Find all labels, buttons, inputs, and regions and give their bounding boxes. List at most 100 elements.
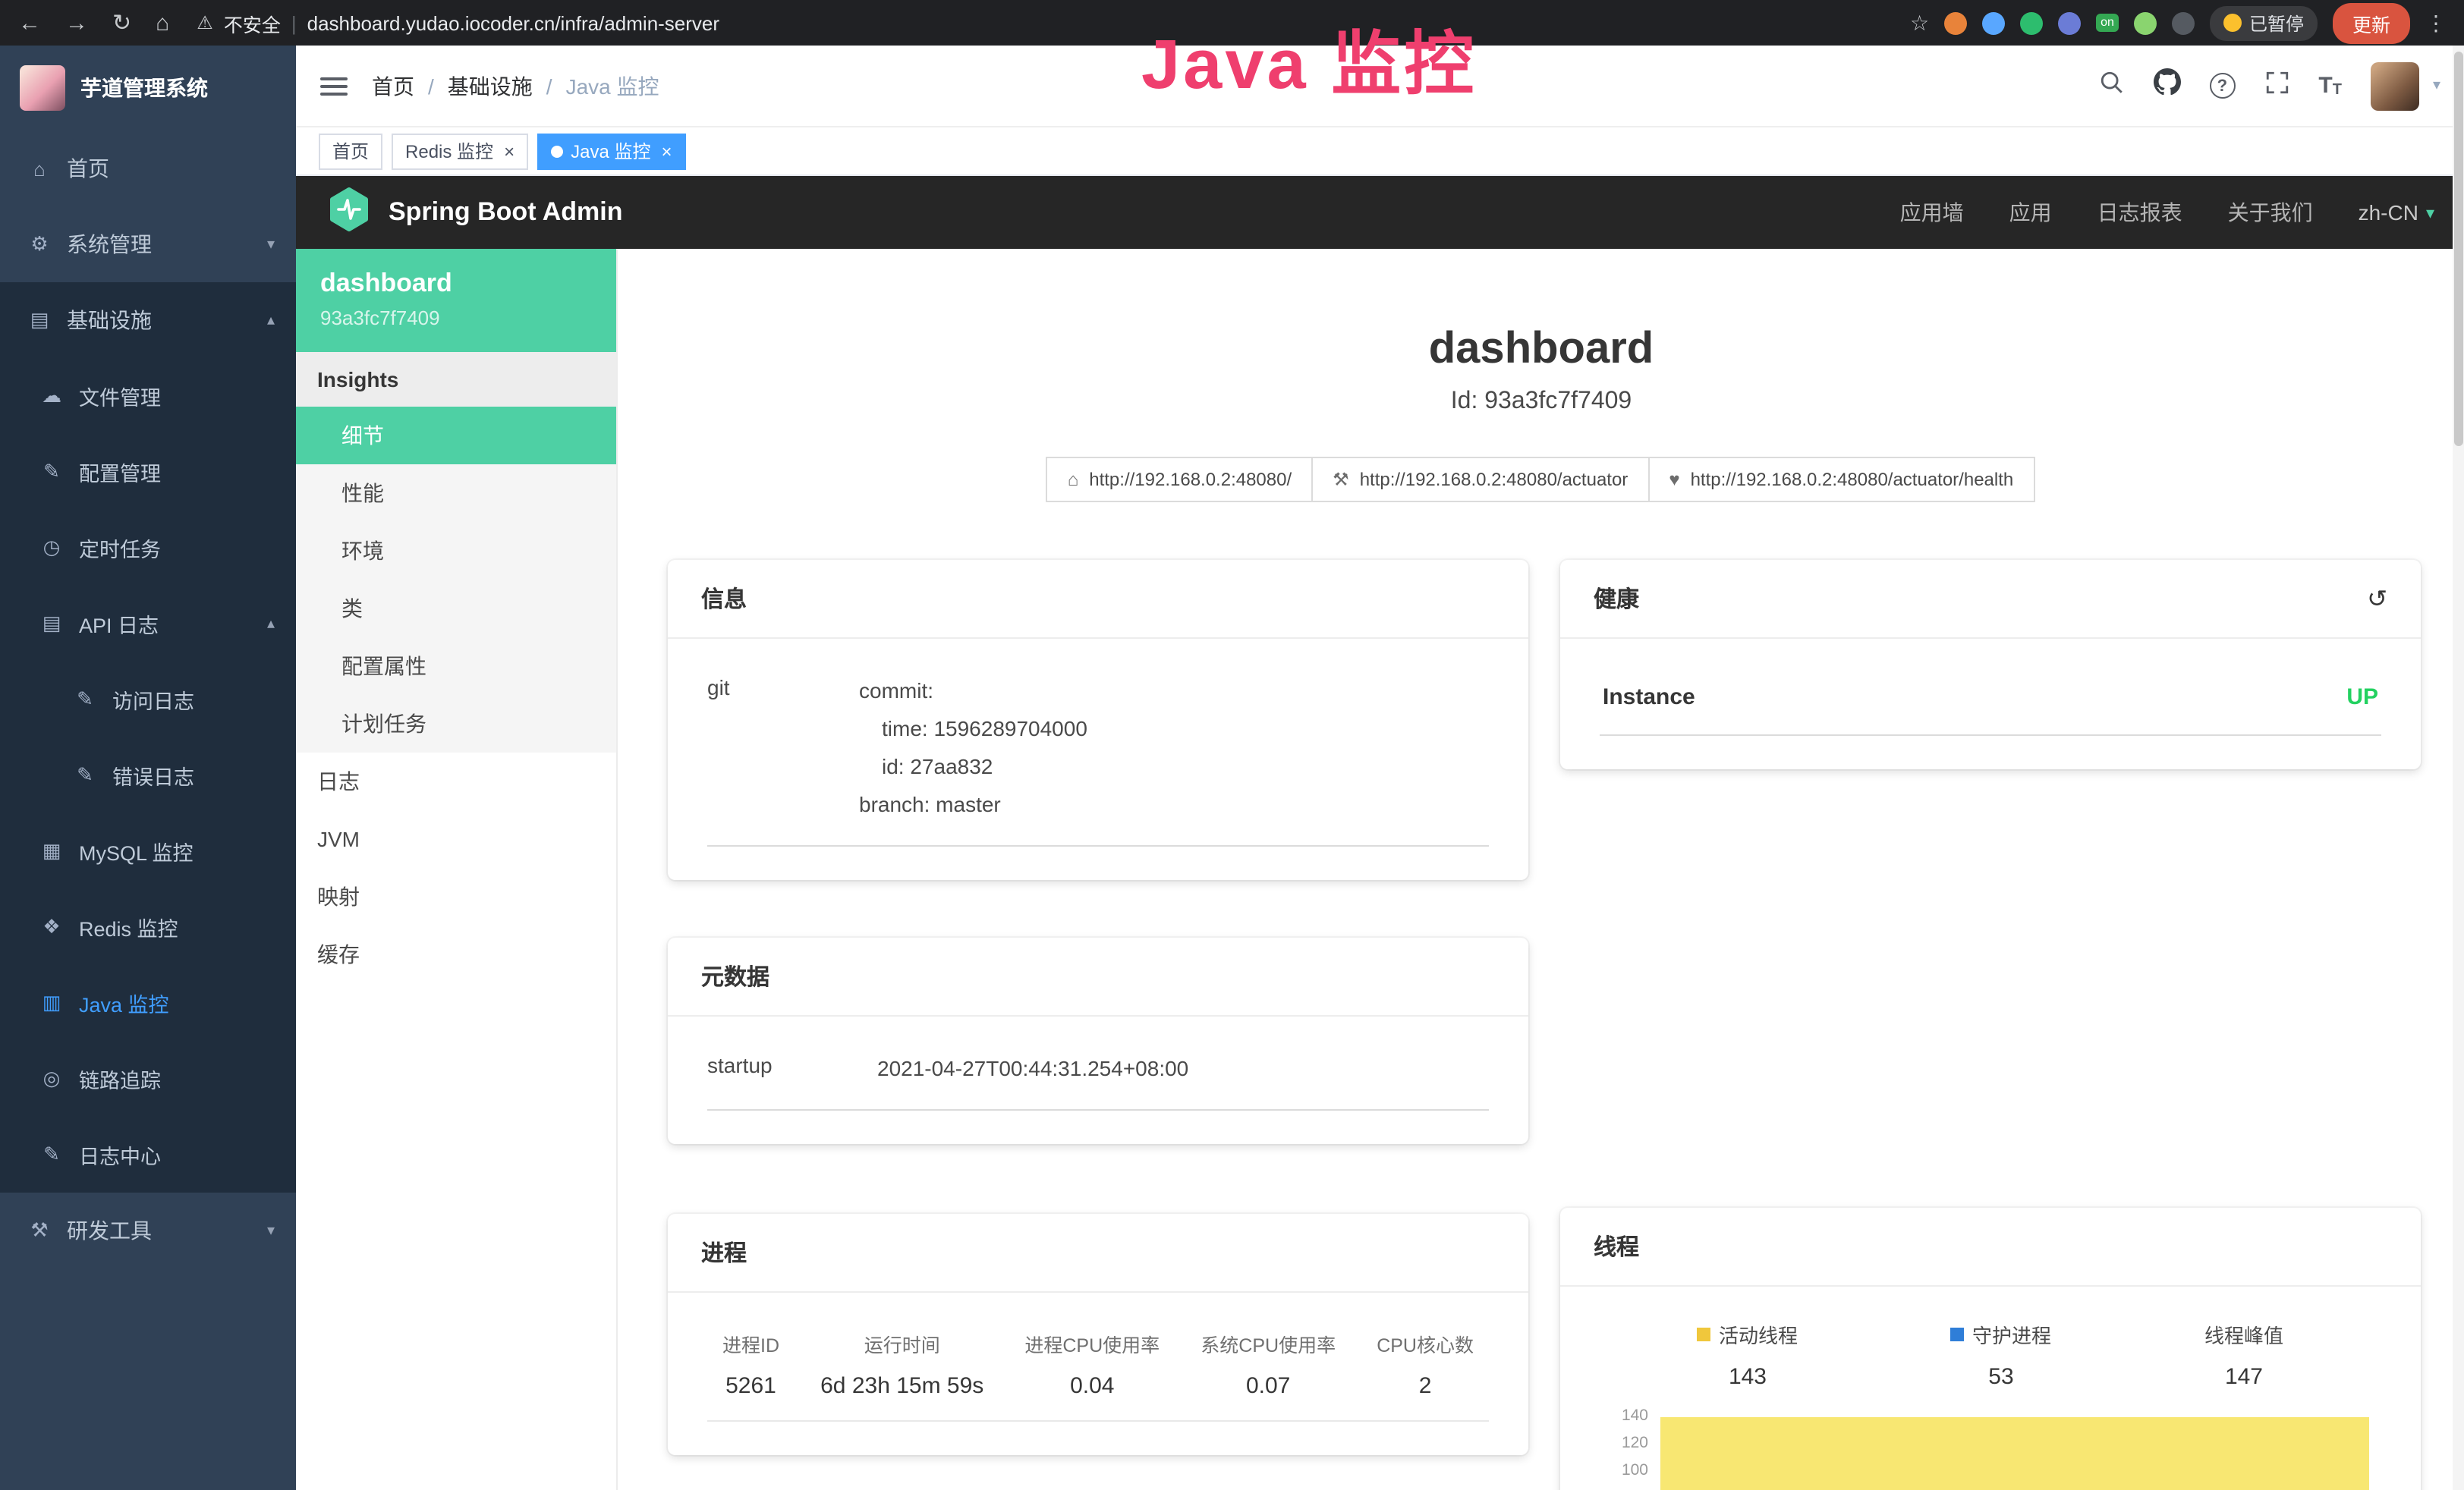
sidebar-item-infra[interactable]: ▤ 基础设施 ▴ xyxy=(0,282,296,358)
reload-icon[interactable]: ↻ xyxy=(112,9,131,36)
sba-menu-caches[interactable]: 缓存 xyxy=(296,926,616,983)
search-icon[interactable] xyxy=(2098,69,2124,102)
database-icon: ▦ xyxy=(39,839,64,863)
sba-menu-classes[interactable]: 类 xyxy=(296,580,616,637)
history-icon[interactable]: ↺ xyxy=(2367,583,2387,614)
back-icon[interactable]: ← xyxy=(18,10,41,36)
instance-id: 93a3fc7f7409 xyxy=(320,306,592,329)
sidebar-item-home[interactable]: ⌂ 首页 xyxy=(0,130,296,206)
address-bar[interactable]: ⚠ 不安全 | dashboard.yudao.iocoder.cn/infra… xyxy=(197,8,719,37)
process-stat: 运行时间 6d 23h 15m 59s xyxy=(820,1329,983,1399)
sba-menu-mappings[interactable]: 映射 xyxy=(296,868,616,926)
sidebar-item-api-log[interactable]: ▤ API 日志 ▴ xyxy=(0,586,296,662)
sba-nav-about[interactable]: 关于我们 xyxy=(2228,197,2313,228)
link-label: http://192.168.0.2:48080/actuator xyxy=(1360,469,1629,490)
instance-header[interactable]: dashboard 93a3fc7f7409 xyxy=(296,249,616,352)
browser-nav: ← → ↻ ⌂ xyxy=(18,9,169,36)
sidebar-item-tracing[interactable]: ◎ 链路追踪 xyxy=(0,1041,296,1117)
sidebar-item-scheduled-jobs[interactable]: ◷ 定时任务 xyxy=(0,510,296,586)
metadata-key: startup xyxy=(707,1050,877,1088)
breadcrumb-item[interactable]: 基础设施 xyxy=(448,71,533,101)
legend-item: 守护进程 53 xyxy=(1951,1320,2051,1390)
process-card: 进程 进程ID 5261 运行时间 xyxy=(668,1214,1528,1455)
app-logo: 芋道管理系统 xyxy=(0,46,296,130)
extension-icon[interactable] xyxy=(2172,11,2195,34)
sidebar-item-log-center[interactable]: ✎ 日志中心 xyxy=(0,1117,296,1193)
breadcrumb-item[interactable]: 首页 xyxy=(372,71,414,101)
tag-home[interactable]: 首页 xyxy=(319,133,382,169)
update-button[interactable]: 更新 xyxy=(2333,2,2410,43)
fullscreen-icon[interactable] xyxy=(2264,69,2289,102)
sba-nav-wallboard[interactable]: 应用墙 xyxy=(1900,197,1964,228)
sba-menu-jvm[interactable]: JVM xyxy=(296,810,616,868)
home-icon[interactable]: ⌂ xyxy=(156,10,169,36)
info-key: git xyxy=(707,672,859,824)
stat-value: 0.04 xyxy=(1024,1373,1160,1399)
clock-icon: ◷ xyxy=(39,536,64,560)
github-icon[interactable] xyxy=(2153,68,2180,103)
extension-icon[interactable] xyxy=(2058,11,2081,34)
bookmark-star-icon[interactable]: ☆ xyxy=(1910,10,1929,36)
sba-menu-logs[interactable]: 日志 xyxy=(296,753,616,810)
kebab-menu-icon[interactable]: ⋮ xyxy=(2425,10,2447,36)
sba-menu-metrics[interactable]: 性能 xyxy=(296,464,616,522)
actuator-url-link[interactable]: ⚒ http://192.168.0.2:48080/actuator xyxy=(1311,457,1649,502)
health-instance-row[interactable]: Instance UP xyxy=(1600,672,2381,736)
paused-badge[interactable]: 已暂停 xyxy=(2210,5,2318,40)
sidebar-item-system[interactable]: ⚙ 系统管理 ▾ xyxy=(0,206,296,282)
sba-nav-journal[interactable]: 日志报表 xyxy=(2097,197,2182,228)
screenshot-root: ← → ↻ ⌂ ⚠ 不安全 | dashboard.yudao.iocoder.… xyxy=(0,0,2464,1490)
scrollbar-thumb[interactable] xyxy=(2454,52,2463,446)
sba-menu-scheduled-tasks[interactable]: 计划任务 xyxy=(296,695,616,753)
forward-icon[interactable]: → xyxy=(65,10,88,36)
sidebar-item-label: Java 监控 xyxy=(79,988,169,1018)
service-url-link[interactable]: ⌂ http://192.168.0.2:48080/ xyxy=(1046,457,1313,502)
sba-nav-applications[interactable]: 应用 xyxy=(2009,197,2052,228)
font-size-large-glyph: T xyxy=(2318,73,2332,99)
stat-label: 进程ID xyxy=(722,1329,779,1358)
hamburger-icon[interactable] xyxy=(320,77,348,95)
stat-label: CPU核心数 xyxy=(1377,1329,1474,1358)
tools-icon: ⚒ xyxy=(27,1218,52,1243)
sidebar-item-mysql-monitor[interactable]: ▦ MySQL 监控 xyxy=(0,813,296,889)
extension-on-icon[interactable]: on xyxy=(2096,14,2119,32)
sba-menu-details[interactable]: 细节 xyxy=(296,407,616,464)
legend-label: 活动线程 xyxy=(1719,1320,1798,1349)
sba-brand[interactable]: Spring Boot Admin xyxy=(326,186,623,239)
sidebar-item-label: 日志中心 xyxy=(79,1140,161,1170)
sidebar-item-error-log[interactable]: ✎ 错误日志 xyxy=(0,737,296,813)
sidebar-item-redis-monitor[interactable]: ❖ Redis 监控 xyxy=(0,889,296,965)
sidebar-item-config-manage[interactable]: ✎ 配置管理 xyxy=(0,434,296,510)
warning-icon: ⚠ xyxy=(197,12,213,33)
help-icon[interactable]: ? xyxy=(2209,73,2235,99)
font-size-icon[interactable]: TT xyxy=(2318,73,2342,99)
y-tick: 140 xyxy=(1600,1407,1648,1425)
sba-menu-config-props[interactable]: 配置属性 xyxy=(296,637,616,695)
chevron-up-icon: ▴ xyxy=(267,615,275,632)
extension-icon[interactable] xyxy=(1944,11,1967,34)
extension-icon[interactable] xyxy=(1982,11,2005,34)
extension-icon[interactable] xyxy=(2134,11,2157,34)
locale-selector[interactable]: zh-CN ▾ xyxy=(2359,200,2434,225)
sidebar-item-dev-tools[interactable]: ⚒ 研发工具 ▾ xyxy=(0,1193,296,1268)
sba-menu-environment[interactable]: 环境 xyxy=(296,522,616,580)
tag-java-monitor[interactable]: Java 监控 × xyxy=(537,133,685,169)
avatar[interactable] xyxy=(2371,61,2419,110)
health-url-link[interactable]: ♥ http://192.168.0.2:48080/actuator/heal… xyxy=(1647,457,2034,502)
sidebar-item-java-monitor[interactable]: ▥ Java 监控 xyxy=(0,965,296,1041)
monitor-icon: ▥ xyxy=(39,991,64,1015)
extension-icon[interactable] xyxy=(2020,11,2043,34)
tag-redis-monitor[interactable]: Redis 监控 × xyxy=(392,133,528,169)
file-icon: ☁ xyxy=(39,384,64,408)
link-label: http://192.168.0.2:48080/actuator/health xyxy=(1691,469,2014,490)
sidebar-item-access-log[interactable]: ✎ 访问日志 xyxy=(0,662,296,737)
legend-value: 53 xyxy=(1951,1364,2051,1390)
close-icon[interactable]: × xyxy=(504,140,515,162)
info-card: 信息 git commit: time: 1596289704000 id: 2… xyxy=(668,560,1528,880)
close-icon[interactable]: × xyxy=(661,140,672,162)
page-scrollbar[interactable] xyxy=(2453,46,2464,1490)
edit-icon: ✎ xyxy=(39,460,64,484)
link-label: http://192.168.0.2:48080/ xyxy=(1089,469,1292,490)
sidebar-item-file-manage[interactable]: ☁ 文件管理 xyxy=(0,358,296,434)
chevron-down-icon[interactable]: ▾ xyxy=(2433,77,2440,94)
